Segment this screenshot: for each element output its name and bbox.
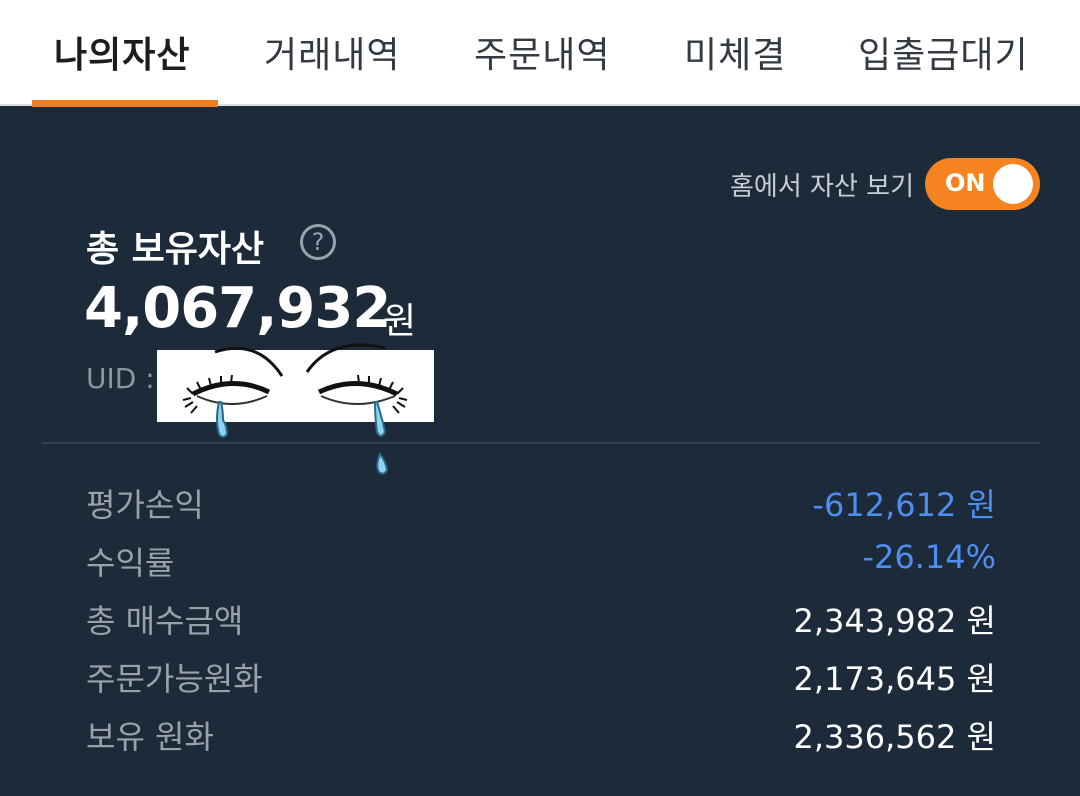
row-orderable-krw: 주문가능원화 2,173,645 원 — [0, 654, 1080, 704]
row-label: 총 매수금액 — [86, 602, 244, 640]
row-label: 주문가능원화 — [86, 660, 263, 698]
active-tab-indicator — [32, 100, 218, 107]
row-value: -26.14% — [862, 538, 996, 576]
tab-deposit-withdraw-pending[interactable]: 입출금대기 — [858, 26, 1029, 78]
row-value: 2,343,982 원 — [793, 602, 996, 640]
row-label: 보유 원화 — [86, 718, 214, 756]
row-value: 2,173,645 원 — [793, 660, 996, 698]
toggle-state: ON — [945, 169, 986, 197]
tab-order-history[interactable]: 주문내역 — [474, 26, 610, 78]
home-toggle-label: 홈에서 자산 보기 — [730, 172, 914, 202]
total-assets-label: 총 보유자산 — [86, 229, 265, 270]
section-divider — [42, 442, 1040, 444]
row-return-rate: 수익률 -26.14% — [0, 538, 1080, 588]
row-valuation-pnl: 평가손익 -612,612 원 — [0, 480, 1080, 530]
row-total-buy-amount: 총 매수금액 2,343,982 원 — [0, 596, 1080, 646]
tab-bar: 나의자산 거래내역 주문내역 미체결 입출금대기 — [0, 0, 1080, 107]
uid-label: UID : — [86, 362, 155, 395]
crying-eyes-sticker — [182, 343, 408, 475]
question-circle-icon[interactable]: ? — [300, 224, 336, 260]
row-held-krw: 보유 원화 2,336,562 원 — [0, 712, 1080, 762]
row-value: 2,336,562 원 — [793, 718, 996, 756]
tab-unfilled[interactable]: 미체결 — [684, 26, 786, 78]
tab-trade-history[interactable]: 거래내역 — [264, 26, 400, 78]
tab-my-assets[interactable]: 나의자산 — [54, 26, 190, 78]
row-value: -612,612 원 — [812, 486, 997, 524]
toggle-knob — [993, 164, 1033, 204]
home-assets-toggle[interactable]: ON — [925, 158, 1040, 210]
row-label: 평가손익 — [86, 486, 204, 524]
row-label: 수익률 — [86, 544, 175, 582]
